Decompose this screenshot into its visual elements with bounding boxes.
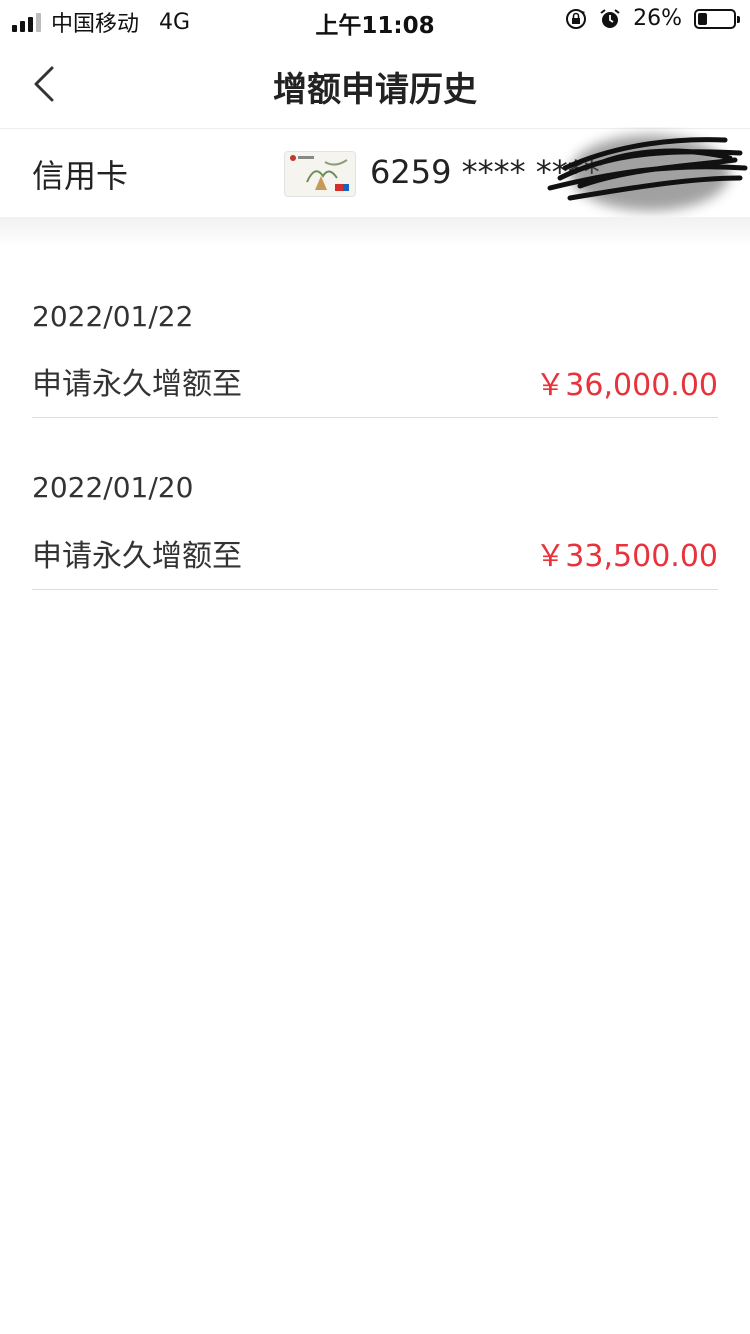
record-date: 2022/01/22 xyxy=(32,300,194,333)
alarm-icon xyxy=(600,8,620,28)
battery-fill xyxy=(698,12,707,25)
card-thumbnail-image xyxy=(284,151,356,197)
record-label: 申请永久增额至 xyxy=(32,539,242,574)
battery-percent: 26% xyxy=(633,6,682,31)
record-amount: ￥33,500.00 xyxy=(535,539,718,574)
record-label: 申请永久增额至 xyxy=(32,367,242,402)
section-separator xyxy=(0,217,750,247)
nav-bar: 增额申请历史 xyxy=(0,40,750,129)
record-amount: ￥36,000.00 xyxy=(535,368,718,403)
rotation-lock-icon xyxy=(566,8,587,29)
list-item: 2022/01/22 申请永久增额至 ￥36,000.00 xyxy=(32,247,718,418)
page-title: 增额申请历史 xyxy=(273,70,477,110)
battery-icon xyxy=(694,8,740,29)
list-item: 2022/01/20 申请永久增额至 ￥33,500.00 xyxy=(32,418,718,590)
redaction-scribble xyxy=(547,135,748,211)
card-label: 信用卡 xyxy=(32,157,129,195)
status-bar: 中国移动 4G 上午11:08 26% xyxy=(0,0,750,40)
history-list: 2022/01/22 申请永久增额至 ￥36,000.00 2022/01/20… xyxy=(0,247,750,590)
record-date: 2022/01/20 xyxy=(32,471,194,504)
status-right: 26% xyxy=(565,6,740,31)
